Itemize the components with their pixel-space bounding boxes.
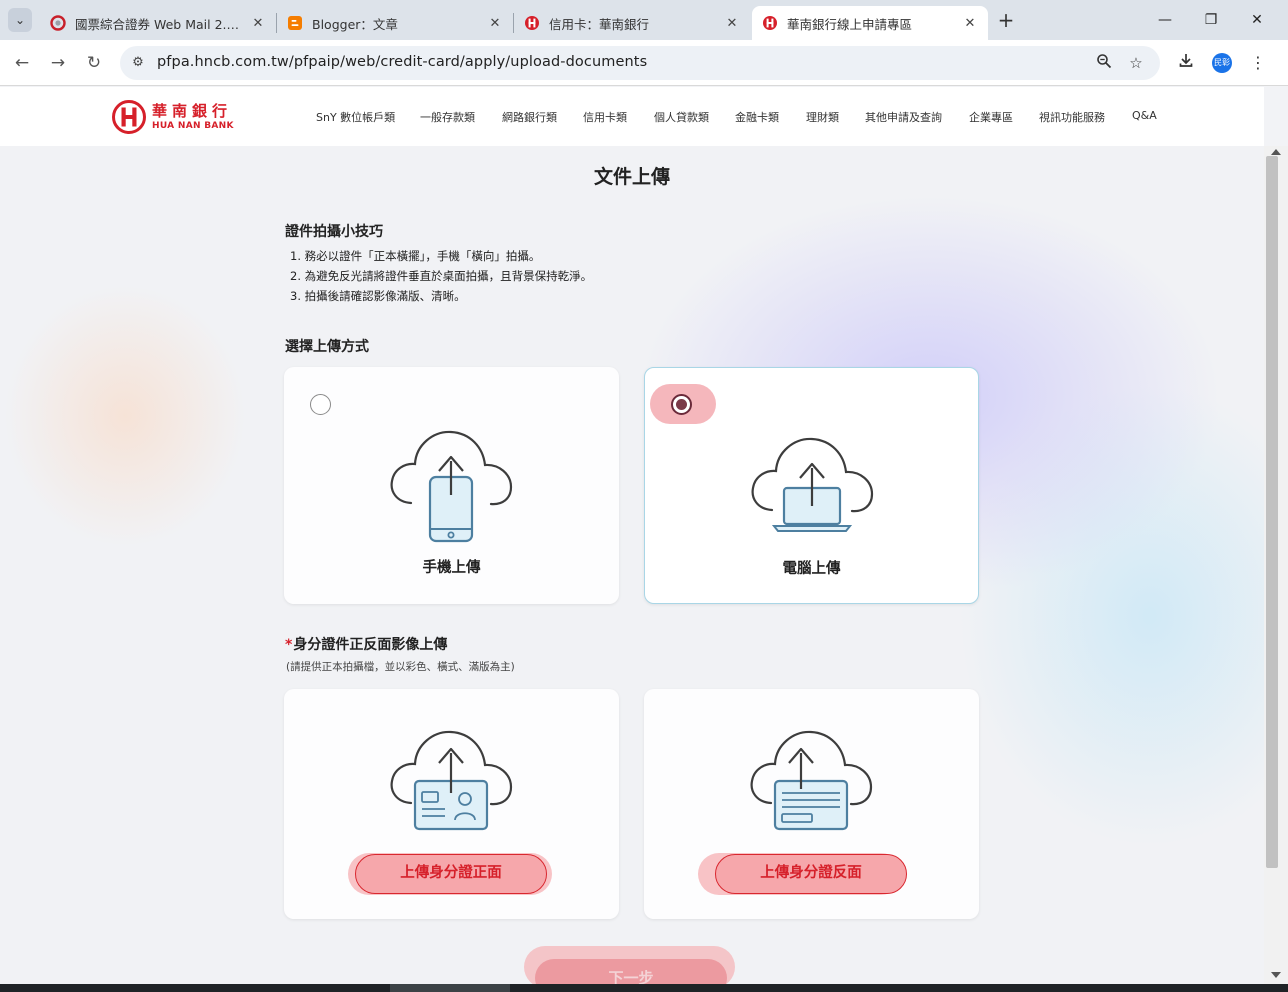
blogger-favicon-icon bbox=[287, 15, 303, 31]
nav-item-deposit[interactable]: 一般存款類 bbox=[420, 109, 475, 125]
nav-item-personal-loan[interactable]: 個人貸款類 bbox=[654, 109, 709, 125]
browser-tab-credit-card[interactable]: 信用卡：華南銀行 ✕ bbox=[514, 6, 750, 40]
required-mark: * bbox=[285, 637, 293, 653]
id-back-upload-card: 上傳身分證反面 bbox=[644, 689, 979, 919]
download-icon[interactable] bbox=[1174, 51, 1198, 75]
cloud-phone-upload-icon bbox=[390, 430, 513, 543]
back-icon[interactable]: ← bbox=[10, 51, 34, 75]
computer-upload-label: 電腦上傳 bbox=[782, 561, 841, 577]
computer-upload-radio[interactable] bbox=[671, 394, 692, 415]
hua-nan-logo-icon bbox=[112, 100, 146, 134]
address-bar[interactable]: ⚙ pfpa.hncb.com.tw/pfpaip/web/credit-car… bbox=[120, 46, 1160, 80]
bookmark-star-icon[interactable]: ☆ bbox=[1126, 53, 1146, 73]
minimize-icon[interactable]: — bbox=[1142, 8, 1188, 32]
nav-item-video-service[interactable]: 視訊功能服務 bbox=[1039, 109, 1105, 125]
page-content: 文件上傳 證件拍攝小技巧 1. 務必以證件「正本橫擺」，手機「橫向」拍攝。 2.… bbox=[0, 146, 1264, 984]
scroll-up-icon[interactable] bbox=[1271, 149, 1281, 155]
nav-item-qa[interactable]: Q&A bbox=[1132, 109, 1157, 122]
tip-item: 3. 拍攝後請確認影像滿版、清晰。 bbox=[290, 289, 466, 303]
profile-avatar[interactable]: 民彰 bbox=[1212, 53, 1232, 73]
nav-item-sny[interactable]: SnY 數位帳戶類 bbox=[316, 109, 395, 125]
new-tab-icon[interactable]: + bbox=[994, 9, 1018, 33]
cloud-id-card-upload-icon bbox=[390, 730, 513, 831]
logo-chinese-name: 華南銀行 bbox=[152, 101, 233, 120]
page-scrollbar[interactable] bbox=[1264, 146, 1288, 984]
scroll-down-icon[interactable] bbox=[1271, 972, 1281, 978]
close-tab-icon[interactable]: ✕ bbox=[250, 16, 266, 31]
tab-search-button[interactable]: ⌄ bbox=[8, 8, 32, 32]
browser-tab-hnb-apply[interactable]: 華南銀行線上申請專區 ✕ bbox=[752, 6, 988, 40]
url-text[interactable]: pfpa.hncb.com.tw/pfpaip/web/credit-card/… bbox=[157, 54, 647, 70]
id-upload-title: *身分證件正反面影像上傳 bbox=[285, 634, 447, 654]
page-title: 文件上傳 bbox=[593, 166, 670, 188]
mobile-upload-radio[interactable] bbox=[310, 394, 331, 415]
logo-english-name: HUA NAN BANK bbox=[152, 120, 234, 131]
webmail-favicon-icon bbox=[50, 15, 66, 31]
nav-item-ebanking[interactable]: 網路銀行類 bbox=[502, 109, 557, 125]
restore-icon[interactable]: ❐ bbox=[1188, 8, 1234, 32]
forward-icon[interactable]: → bbox=[46, 51, 70, 75]
window-close-icon[interactable]: ✕ bbox=[1234, 8, 1280, 32]
id-upload-title-text: 身分證件正反面影像上傳 bbox=[293, 637, 448, 653]
browser-tab-strip: ⌄ 國票綜合證券 Web Mail 2.0 :: L ✕ Blogger：文章 … bbox=[0, 0, 1288, 40]
browser-tab-webmail[interactable]: 國票綜合證券 Web Mail 2.0 :: L ✕ bbox=[40, 6, 276, 40]
id-front-upload-card: 上傳身分證正面 bbox=[284, 689, 619, 919]
nav-item-debit-card[interactable]: 金融卡類 bbox=[735, 109, 779, 125]
tips-list: 1. 務必以證件「正本橫擺」，手機「橫向」拍攝。 2. 為避免反光請將證件垂直於… bbox=[290, 246, 592, 306]
mobile-upload-label: 手機上傳 bbox=[422, 560, 481, 576]
tab-title: 華南銀行線上申請專區 bbox=[787, 16, 913, 32]
browser-tab-blogger[interactable]: Blogger：文章 ✕ bbox=[277, 6, 513, 40]
nav-item-other-apply[interactable]: 其他申請及查詢 bbox=[865, 109, 942, 125]
zoom-icon[interactable] bbox=[1094, 53, 1114, 73]
tab-title: 國票綜合證券 Web Mail 2.0 :: L bbox=[75, 16, 244, 32]
site-header: 華南銀行 HUA NAN BANK SnY 數位帳戶類 一般存款類 網路銀行類 … bbox=[0, 87, 1264, 146]
upload-id-back-button[interactable]: 上傳身分證反面 bbox=[715, 854, 907, 894]
next-step-button[interactable]: 下一步 bbox=[535, 959, 727, 984]
nav-item-corporate[interactable]: 企業專區 bbox=[969, 109, 1013, 125]
close-tab-icon[interactable]: ✕ bbox=[487, 16, 503, 31]
cloud-id-card-back-upload-icon bbox=[750, 730, 873, 831]
reload-icon[interactable]: ↻ bbox=[82, 51, 106, 75]
upload-id-front-button[interactable]: 上傳身分證正面 bbox=[355, 854, 547, 894]
close-tab-icon[interactable]: ✕ bbox=[962, 16, 978, 31]
upload-method-title: 選擇上傳方式 bbox=[285, 339, 369, 355]
hnb-favicon-icon bbox=[524, 15, 540, 31]
scroll-thumb[interactable] bbox=[1266, 156, 1278, 868]
tab-title: Blogger：文章 bbox=[312, 16, 398, 32]
tip-item: 1. 務必以證件「正本橫擺」，手機「橫向」拍攝。 bbox=[290, 249, 541, 263]
mobile-upload-option[interactable]: 手機上傳 bbox=[284, 367, 619, 604]
hua-nan-bank-logo[interactable]: 華南銀行 HUA NAN BANK bbox=[112, 99, 234, 135]
tips-title: 證件拍攝小技巧 bbox=[285, 224, 383, 240]
browser-menu-icon[interactable]: ⋮ bbox=[1246, 51, 1270, 75]
tab-title: 信用卡：華南銀行 bbox=[549, 16, 650, 32]
address-toolbar: ← → ↻ ⚙ pfpa.hncb.com.tw/pfpaip/web/cred… bbox=[0, 40, 1288, 86]
hnb-favicon-icon bbox=[762, 15, 778, 31]
computer-upload-option[interactable]: 電腦上傳 bbox=[644, 367, 979, 604]
id-upload-note: (請提供正本拍攝檔，並以彩色、橫式、滿版為主) bbox=[286, 661, 515, 673]
site-info-icon[interactable]: ⚙ bbox=[128, 53, 148, 73]
cloud-laptop-upload-icon bbox=[751, 437, 874, 532]
tip-item: 2. 為避免反光請將證件垂直於桌面拍攝，且背景保持乾淨。 bbox=[290, 269, 593, 283]
nav-item-wealth[interactable]: 理財類 bbox=[806, 109, 839, 125]
taskbar-strip bbox=[0, 984, 1288, 992]
close-tab-icon[interactable]: ✕ bbox=[724, 16, 740, 31]
nav-item-credit-card[interactable]: 信用卡類 bbox=[583, 109, 627, 125]
